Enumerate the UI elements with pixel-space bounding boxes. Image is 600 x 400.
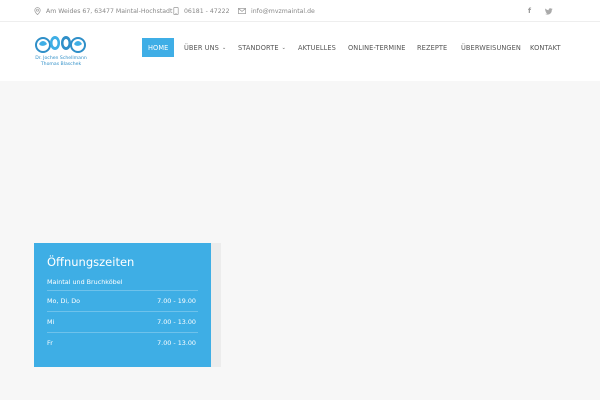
hours-days: Mi [47, 317, 55, 326]
nav-kontakt-label: KONTAKT [530, 43, 561, 52]
nav-ueber-uns[interactable]: ÜBER UNS ⌄ [184, 38, 226, 57]
nav-home[interactable]: HOME [142, 38, 175, 57]
address-info: Am Weides 67, 63477 Maintal-Hochstadt [34, 0, 172, 22]
phone-text: 06181 - 47222 [184, 7, 230, 15]
hours-panel-shadow [211, 243, 221, 367]
nav-standorte[interactable]: STANDORTE ⌄ [238, 38, 286, 57]
nav-ueberweisungen-label: ÜBERWEISUNGEN [461, 43, 521, 52]
hours-row: Fr 7.00 - 13.00 [47, 332, 198, 352]
nav-rezepte-label: REZEPTE [417, 43, 448, 52]
opening-hours-panel: Öffnungszeiten Maintal und Bruchköbel Mo… [34, 243, 211, 367]
opening-hours-title: Öffnungszeiten [47, 255, 135, 269]
nav-home-label: HOME [148, 43, 169, 52]
nav-aktuelles[interactable]: AKTUELLES [298, 38, 336, 57]
hours-days: Fr [47, 338, 53, 347]
chevron-down-icon: ⌄ [281, 44, 286, 51]
nav-ueberweisungen[interactable]: ÜBERWEISUNGEN [461, 38, 521, 57]
nav-online-termine-label: ONLINE-TERMINE [348, 43, 406, 52]
phone-icon [173, 7, 179, 15]
address-text: Am Weides 67, 63477 Maintal-Hochstadt [46, 7, 173, 15]
envelope-icon [238, 8, 246, 14]
nav-aktuelles-label: AKTUELLES [298, 43, 336, 52]
nav-rezepte[interactable]: REZEPTE [417, 38, 447, 57]
hours-time: 7.00 - 13.00 [157, 338, 196, 347]
opening-hours-location: Maintal und Bruchköbel [47, 278, 123, 286]
practice-logo[interactable]: Dr. Jochen Schellmann Thomas Blaschek [33, 34, 89, 74]
hours-row: Mo, Di, Do 7.00 - 19.00 [47, 290, 198, 310]
logo-hands-icon [35, 36, 86, 53]
site-header: Dr. Jochen Schellmann Thomas Blaschek HO… [0, 22, 600, 81]
logo-name-1: Dr. Jochen Schellmann [35, 56, 87, 61]
nav-standorte-label: STANDORTE [238, 43, 279, 52]
facebook-icon[interactable]: f [528, 0, 531, 22]
hours-time: 7.00 - 13.00 [157, 317, 196, 326]
phone-info[interactable]: 06181 - 47222 [173, 0, 230, 22]
hours-time: 7.00 - 19.00 [157, 296, 196, 305]
email-info[interactable]: info@mvzmaintal.de [238, 0, 315, 22]
nav-kontakt[interactable]: KONTAKT [530, 38, 561, 57]
nav-online-termine[interactable]: ONLINE-TERMINE [348, 38, 406, 57]
twitter-icon[interactable] [545, 0, 553, 22]
nav-ueber-uns-label: ÜBER UNS [184, 43, 219, 52]
hours-days: Mo, Di, Do [47, 296, 81, 305]
chevron-down-icon: ⌄ [221, 44, 227, 51]
location-pin-icon [34, 7, 41, 15]
top-bar: Am Weides 67, 63477 Maintal-Hochstadt 06… [0, 0, 600, 22]
hours-row: Mi 7.00 - 13.00 [47, 311, 198, 331]
email-text: info@mvzmaintal.de [251, 7, 315, 15]
logo-name-2: Thomas Blaschek [40, 62, 82, 67]
